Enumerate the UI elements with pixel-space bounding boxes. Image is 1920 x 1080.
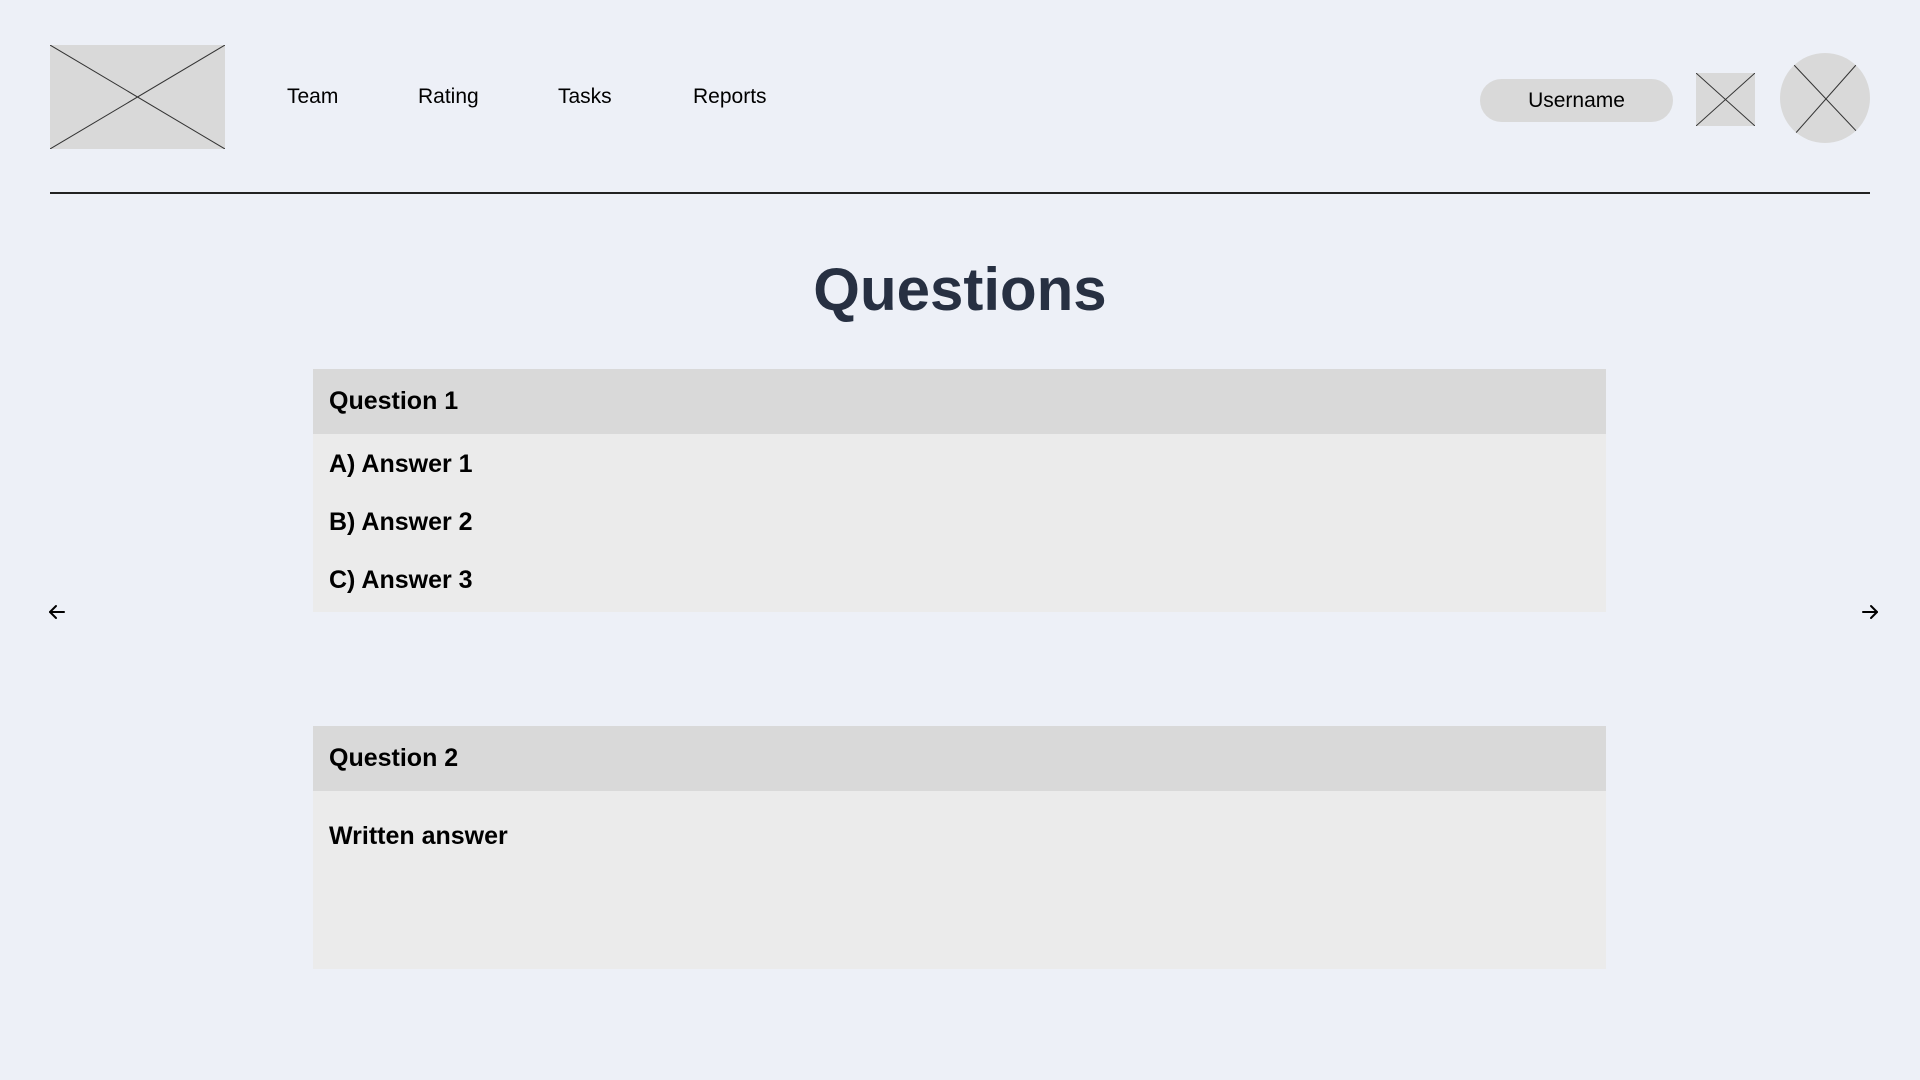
- question-title: Question 1: [313, 369, 1606, 434]
- prev-button[interactable]: [45, 600, 69, 624]
- arrow-left-icon: [49, 605, 65, 619]
- nav-item-reports[interactable]: Reports: [693, 84, 767, 110]
- header-action-button[interactable]: [1696, 73, 1755, 126]
- answer-option-b[interactable]: B) Answer 2: [329, 507, 473, 537]
- question-card-1: Question 1 A) Answer 1 B) Answer 2 C) An…: [313, 369, 1606, 612]
- nav-item-team[interactable]: Team: [287, 84, 338, 110]
- username-label: Username: [1528, 88, 1625, 112]
- image-placeholder-icon: [50, 45, 225, 149]
- nav-item-tasks[interactable]: Tasks: [558, 84, 612, 110]
- nav-item-rating[interactable]: Rating: [418, 84, 479, 110]
- arrow-right-icon: [1862, 605, 1878, 619]
- avatar-placeholder-icon: [1793, 64, 1861, 136]
- header-divider: [50, 192, 1870, 194]
- question-title: Question 2: [313, 726, 1606, 791]
- answer-option-c[interactable]: C) Answer 3: [329, 565, 473, 595]
- question-card-2: Question 2 Written answer: [313, 726, 1606, 969]
- avatar[interactable]: [1780, 53, 1870, 143]
- written-answer-field[interactable]: Written answer: [329, 821, 508, 851]
- image-placeholder-icon: [1696, 73, 1755, 126]
- next-button[interactable]: [1858, 600, 1882, 624]
- username-button[interactable]: Username: [1480, 79, 1673, 122]
- answer-option-a[interactable]: A) Answer 1: [329, 449, 473, 479]
- page-title: Questions: [813, 256, 1107, 323]
- logo-placeholder: [50, 45, 225, 149]
